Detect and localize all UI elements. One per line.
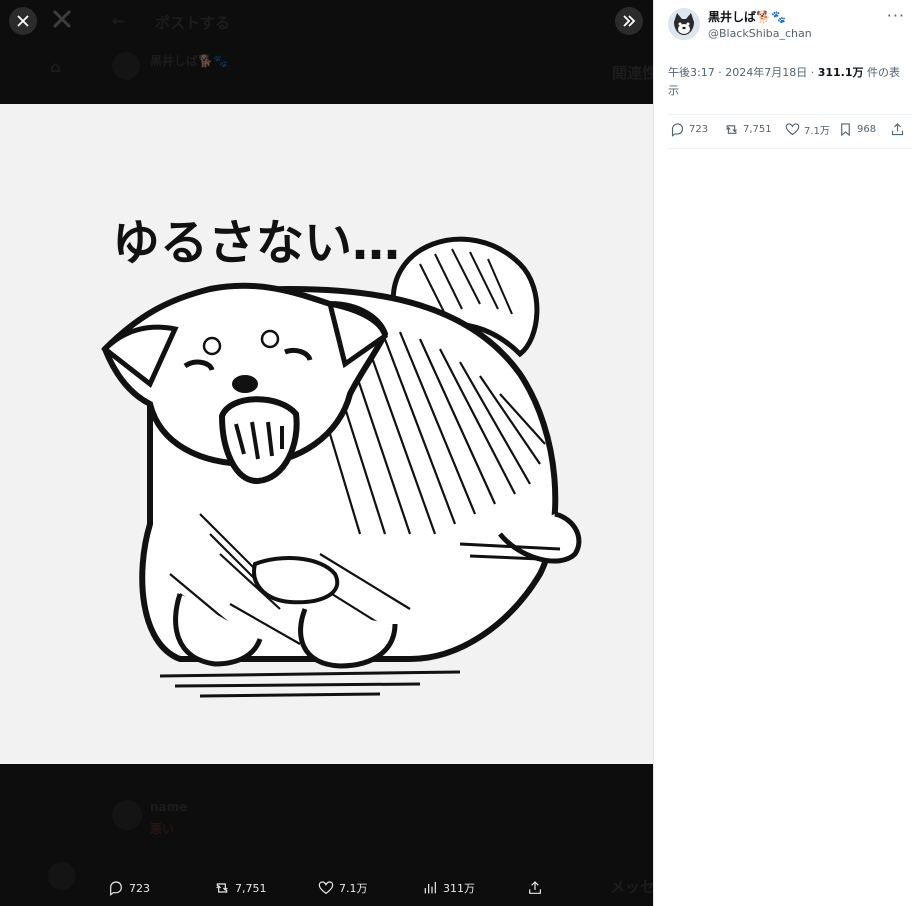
panel-like-count: 7.1万	[804, 126, 830, 137]
panel-share-button[interactable]	[890, 122, 905, 137]
analytics-icon	[424, 882, 436, 894]
repost-icon	[216, 883, 228, 893]
reply-icon	[671, 123, 684, 137]
tweet-time[interactable]: 午後3:17	[668, 66, 715, 79]
bg-reply-avatar	[112, 800, 142, 830]
divider	[668, 114, 913, 115]
post-image[interactable]: ゆるさない…	[0, 104, 653, 764]
reply-icon	[110, 881, 122, 896]
repost-count: 7,751	[235, 881, 267, 895]
drawing-caption: ゆるさない…	[112, 215, 400, 271]
bg-related-label: 関連性	[612, 64, 653, 82]
shiba-drawing: ゆるさない…	[0, 104, 653, 764]
panel-repost-count: 7,751	[743, 124, 772, 135]
tweet-meta: 午後3:17 · 2024年7月18日 · 311.1万 件の表示	[668, 64, 908, 100]
like-button[interactable]: 7.1万	[318, 880, 368, 896]
tweet-action-bar: 723 7,751 7.1万 968	[668, 122, 909, 144]
repost-button[interactable]: 7,751	[214, 880, 267, 896]
bg-avatar	[112, 52, 140, 80]
tweet-detail-panel: 黒井しば🐕🐾 @BlackShiba_chan ··· 午後3:17 · 202…	[653, 0, 919, 906]
close-icon	[17, 15, 29, 27]
bg-header-title: ポストする	[155, 14, 231, 32]
like-count: 7.1万	[339, 882, 368, 895]
share-icon	[529, 881, 541, 894]
panel-reply-count: 723	[689, 124, 709, 135]
bg-back-arrow: ←	[112, 12, 125, 30]
avatar[interactable]	[668, 8, 700, 40]
expand-panel-button[interactable]	[615, 7, 643, 35]
share-icon	[891, 123, 904, 136]
shiba-avatar-icon	[668, 8, 700, 40]
panel-bookmark-button[interactable]: 968	[838, 122, 876, 137]
meta-dot: ·	[810, 66, 818, 79]
bg-author-line: 黒井しば🐕🐾	[150, 54, 228, 68]
more-icon[interactable]: ···	[887, 6, 905, 25]
author-name[interactable]: 黒井しば🐕🐾	[708, 8, 812, 25]
reply-count: 723	[129, 881, 150, 895]
heart-icon	[785, 123, 800, 136]
bg-reply-name: name	[150, 800, 188, 814]
tweet-date[interactable]: 2024年7月18日	[725, 66, 807, 79]
panel-repost-button[interactable]: 7,751	[724, 122, 772, 137]
media-viewer: ← ポストする 黒井しば🐕🐾 ⌂ 関連性 name 悪い メッセ ゆるさない…	[0, 0, 653, 906]
author-handle[interactable]: @BlackShiba_chan	[708, 27, 812, 40]
media-action-bar: 723 7,751 7.1万 311万	[0, 872, 653, 904]
panel-reply-button[interactable]: 723	[670, 122, 708, 137]
panel-bookmark-count: 968	[857, 124, 877, 135]
double-chevron-right-icon	[623, 15, 636, 27]
repost-icon	[726, 125, 737, 134]
bg-home-icon: ⌂	[50, 58, 61, 76]
bg-reply-text: 悪い	[150, 822, 175, 836]
tweet-author[interactable]: 黒井しば🐕🐾 @BlackShiba_chan	[668, 8, 812, 40]
bookmark-icon	[841, 123, 850, 137]
x-logo-icon	[52, 9, 72, 35]
divider	[668, 148, 913, 149]
close-button[interactable]	[9, 7, 37, 35]
share-button[interactable]	[527, 880, 543, 896]
reply-button[interactable]: 723	[108, 880, 150, 896]
views-number: 311.1万	[817, 66, 864, 79]
heart-icon	[318, 881, 334, 895]
views-button[interactable]: 311万	[422, 880, 475, 896]
views-count: 311万	[443, 882, 475, 895]
panel-like-button[interactable]: 7.1万	[785, 122, 830, 137]
